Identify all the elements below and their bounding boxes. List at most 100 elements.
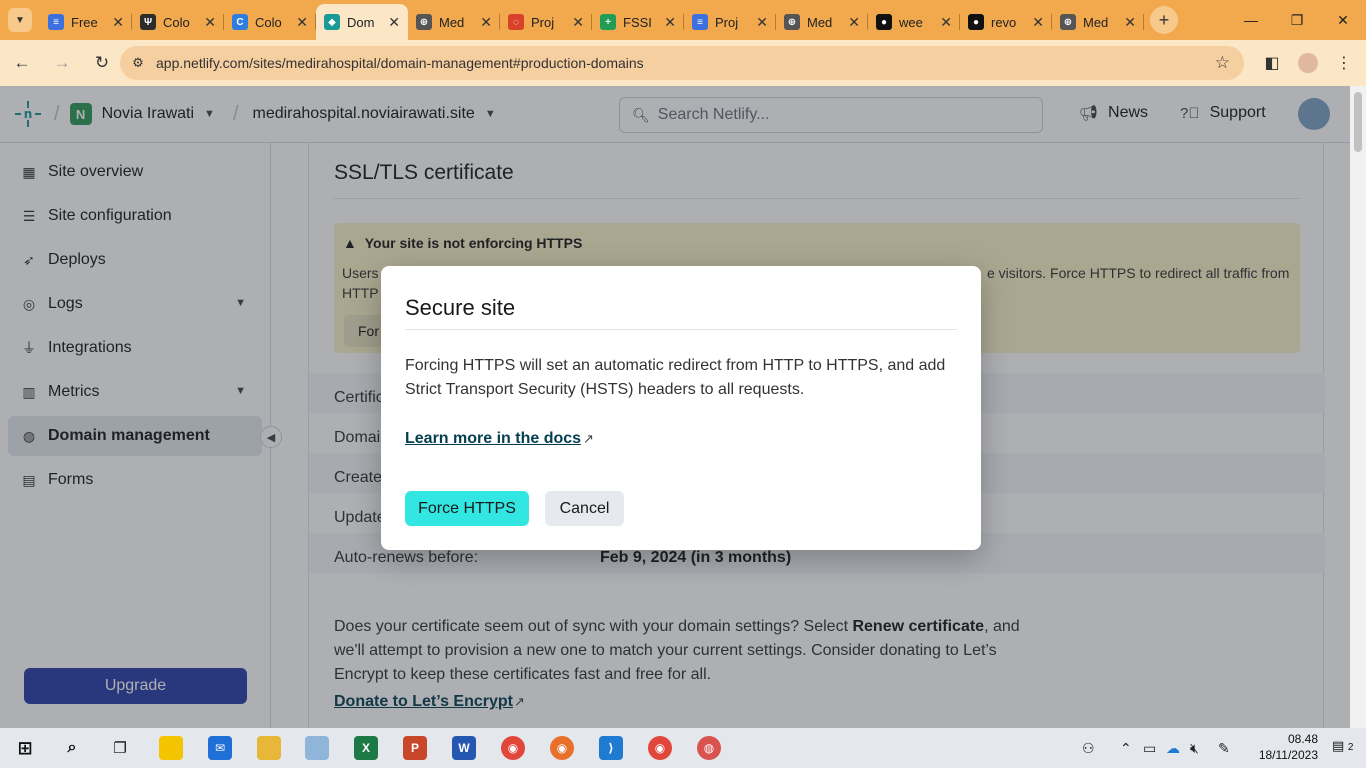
bookmark-star-icon[interactable]: ☆ — [1215, 53, 1230, 73]
browser-tab[interactable]: ≡ Free ✕ — [40, 6, 132, 38]
kebab-menu-icon: ⋮ — [1336, 55, 1352, 72]
windows-start-icon[interactable]: ⊞ — [13, 736, 37, 760]
pen-icon[interactable]: ✎ — [1218, 740, 1230, 757]
calculator-icon[interactable] — [305, 736, 329, 760]
back-button[interactable]: ← — [4, 45, 40, 81]
chevron-down-icon: ▼ — [15, 14, 25, 26]
firefox-icon[interactable]: ◉ — [550, 736, 574, 760]
browser-tab[interactable]: C Colo ✕ — [224, 6, 316, 38]
browser-menu-button[interactable]: ⋮ — [1326, 40, 1362, 86]
powerpoint-icon[interactable]: P — [403, 736, 427, 760]
volume-muted-icon[interactable]: 🔇︎ — [1190, 740, 1199, 757]
profile-button[interactable] — [1290, 40, 1326, 86]
browser-tab-bar: ▼ ≡ Free ✕ Ψ Colo ✕ C Colo ✕ ◆ Dom ✕ ⊕ Med ✕ ◌ Proj ✕ + FSS… — [0, 0, 1366, 40]
scrollbar-thumb[interactable] — [1354, 92, 1362, 152]
tab-favicon-icon: ⊕ — [784, 14, 800, 30]
reload-button[interactable]: ↻ — [84, 45, 120, 81]
battery-icon[interactable]: ▭ — [1143, 740, 1156, 757]
close-tab-icon[interactable]: ✕ — [480, 14, 492, 31]
onedrive-icon[interactable]: ☁ — [1166, 740, 1180, 757]
tab-favicon-icon: ≡ — [692, 14, 708, 30]
close-tab-icon[interactable]: ✕ — [572, 14, 584, 31]
close-window-button[interactable]: ✕ — [1320, 0, 1366, 40]
tab-favicon-icon: ◆ — [324, 14, 340, 30]
system-clock[interactable]: 08.48 18/11/2023 — [1259, 731, 1318, 763]
search-icon[interactable]: ⌕ — [60, 736, 84, 760]
notification-icon: ▤ — [1332, 738, 1345, 753]
tab-favicon-icon: ● — [968, 14, 984, 30]
tab-title: Med — [1083, 14, 1109, 30]
mail-icon[interactable]: ✉ — [208, 736, 232, 760]
external-link-icon: ↗ — [583, 431, 594, 446]
notifications-button[interactable]: ▤ 2 — [1332, 738, 1356, 758]
page-scrollbar[interactable] — [1350, 86, 1366, 728]
chevron-up-icon[interactable]: ⌃ — [1120, 740, 1132, 757]
close-tab-icon[interactable]: ✕ — [112, 14, 124, 31]
dialog-description: Forcing HTTPS will set an automatic redi… — [405, 357, 946, 398]
close-tab-icon[interactable]: ✕ — [388, 14, 400, 31]
tab-favicon-icon: ≡ — [48, 14, 64, 30]
netlify-app: n / N Novia Irawati ▼ / medirahospital.n… — [0, 86, 1350, 728]
people-icon[interactable]: ⚇ — [1082, 740, 1095, 757]
browser-tab[interactable]: ⊕ Med ✕ — [776, 6, 868, 38]
close-tab-icon[interactable]: ✕ — [1032, 14, 1044, 31]
browser-tab[interactable]: Ψ Colo ✕ — [132, 6, 224, 38]
tab-title: Med — [807, 14, 833, 30]
cancel-button[interactable]: Cancel — [545, 491, 624, 526]
url-text[interactable]: app.netlify.com/sites/medirahospital/dom… — [156, 55, 644, 71]
omnibox[interactable]: ⚙ app.netlify.com/sites/medirahospital/d… — [120, 46, 1244, 80]
minimize-button[interactable]: — — [1228, 0, 1274, 40]
forward-button[interactable]: → — [44, 45, 80, 81]
plus-icon: + — [1158, 9, 1170, 30]
tab-favicon-icon: + — [600, 14, 616, 30]
restore-button[interactable]: ❐ — [1274, 0, 1320, 40]
tab-title: Med — [439, 14, 465, 30]
tab-favicon-icon: Ψ — [140, 14, 156, 30]
tab-title: wee — [899, 14, 923, 30]
browser-tab[interactable]: ◆ Dom ✕ — [316, 4, 408, 40]
close-tab-icon[interactable]: ✕ — [296, 14, 308, 31]
close-tab-icon[interactable]: ✕ — [756, 14, 768, 31]
clock-time: 08.48 — [1287, 732, 1318, 746]
tab-search-button[interactable]: ▼ — [8, 8, 32, 32]
tab-favicon-icon: ◌ — [508, 14, 524, 30]
arrow-right-icon: → — [53, 53, 71, 72]
task-view-icon[interactable]: ❐ — [108, 736, 132, 760]
chrome-icon[interactable]: ◉ — [501, 736, 525, 760]
vscode-icon[interactable]: ⟩ — [599, 736, 623, 760]
close-tab-icon[interactable]: ✕ — [204, 14, 216, 31]
address-toolbar: ← → ↻ ⚙ app.netlify.com/sites/medirahosp… — [0, 40, 1366, 86]
word-icon[interactable]: W — [452, 736, 476, 760]
file-explorer-icon[interactable] — [257, 736, 281, 760]
close-tab-icon[interactable]: ✕ — [1124, 14, 1136, 31]
sticky-notes-icon[interactable] — [159, 736, 183, 760]
browser-tab[interactable]: ● revo ✕ — [960, 6, 1052, 38]
restore-icon: ❐ — [1290, 11, 1304, 28]
learn-more-link[interactable]: Learn more in the docs — [405, 430, 581, 448]
side-panel-button[interactable]: ◧ — [1254, 40, 1290, 86]
tab-favicon-icon: C — [232, 14, 248, 30]
tab-title: FSSI — [623, 14, 652, 30]
close-tab-icon[interactable]: ✕ — [848, 14, 860, 31]
close-tab-icon[interactable]: ✕ — [940, 14, 952, 31]
excel-icon[interactable]: X — [354, 736, 378, 760]
reload-icon: ↻ — [94, 53, 110, 72]
browser-tab[interactable]: + FSSI ✕ — [592, 6, 684, 38]
tab-favicon-icon: ⊕ — [416, 14, 432, 30]
site-info-icon[interactable]: ⚙ — [120, 55, 156, 71]
browser-tab[interactable]: ≡ Proj ✕ — [684, 6, 776, 38]
browser-tab[interactable]: ◌ Proj ✕ — [500, 6, 592, 38]
new-tab-button[interactable]: + — [1150, 6, 1178, 34]
force-https-button[interactable]: Force HTTPS — [405, 491, 529, 526]
minimize-icon: — — [1244, 12, 1258, 28]
windows-taskbar: ⊞ ⌕ ❐ ✉ X P W ◉ ◉ ⟩ ◉ ◍ ⚇ ⌃ ▭ ☁ 🔇︎ ✎ 08.… — [0, 728, 1366, 768]
close-tab-icon[interactable]: ✕ — [664, 14, 676, 31]
browser-tab[interactable]: ⊕ Med ✕ — [1052, 6, 1144, 38]
browser-tab[interactable]: ⊕ Med ✕ — [408, 6, 500, 38]
browser-tab[interactable]: ● wee ✕ — [868, 6, 960, 38]
tab-strip: ≡ Free ✕ Ψ Colo ✕ C Colo ✕ ◆ Dom ✕ ⊕ Med ✕ ◌ Proj ✕ + FSSI ✕… — [40, 0, 1144, 40]
paint-icon[interactable]: ◍ — [697, 736, 721, 760]
clock-date: 18/11/2023 — [1258, 748, 1318, 762]
profile-avatar-icon — [1298, 53, 1318, 73]
chrome-profile-icon[interactable]: ◉ — [648, 736, 672, 760]
